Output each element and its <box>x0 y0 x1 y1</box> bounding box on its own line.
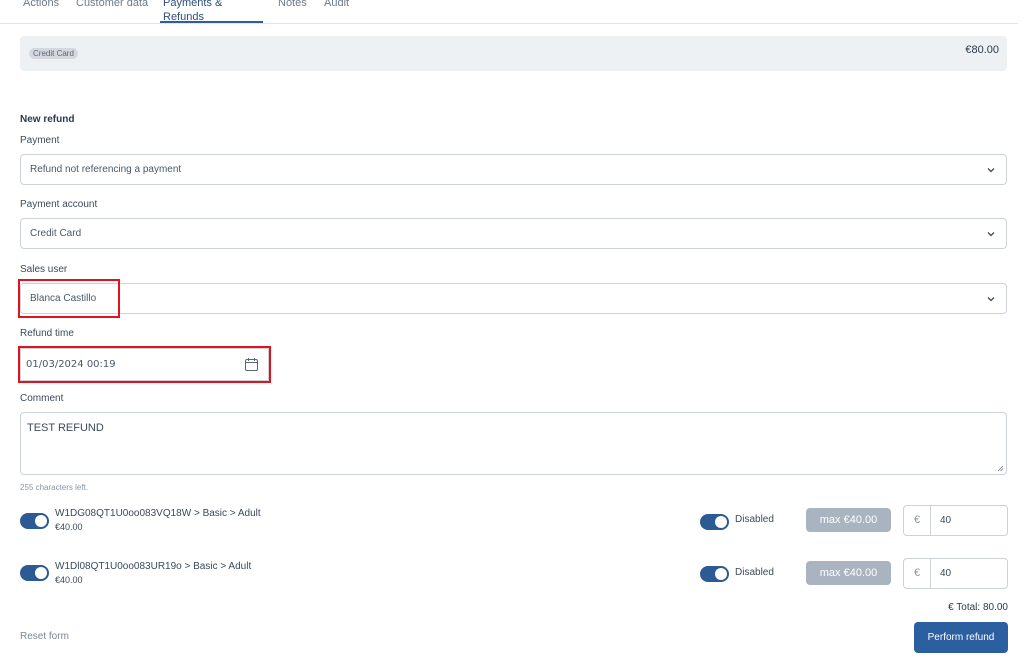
resize-grip-icon[interactable] <box>997 465 1004 472</box>
item-disabled-toggle[interactable] <box>700 514 729 530</box>
sales-user-value: Blanca Castillo <box>30 293 97 304</box>
item-include-toggle[interactable] <box>20 513 49 529</box>
item-price: €40.00 <box>55 575 83 585</box>
payment-account-select[interactable]: Credit Card <box>20 218 1007 249</box>
perform-refund-button[interactable]: Perform refund <box>914 622 1008 653</box>
comment-value: TEST REFUND <box>27 422 104 434</box>
refund-item-row: W1Dl08QT1U0oo083UR19o > Basic > Adult €4… <box>0 558 1024 601</box>
payment-method-badge: Credit Card <box>29 48 78 59</box>
payment-select-value: Refund not referencing a payment <box>30 164 182 175</box>
refund-total: € Total: 80.00 <box>948 602 1008 613</box>
payment-label: Payment <box>20 135 60 146</box>
chevron-down-icon <box>987 232 995 237</box>
max-amount-button[interactable]: max €40.00 <box>806 561 891 585</box>
max-amount-button[interactable]: max €40.00 <box>806 508 891 532</box>
tab-customer-data[interactable]: Customer data <box>76 0 148 23</box>
item-amount-input[interactable]: € 40 <box>903 558 1008 589</box>
tab-notes[interactable]: Notes <box>278 0 307 23</box>
refund-time-input[interactable]: 01/03/2024 00:19 <box>20 348 269 381</box>
refund-time-label: Refund time <box>20 328 74 339</box>
comment-label: Comment <box>20 393 64 404</box>
payment-select[interactable]: Refund not referencing a payment <box>20 154 1007 185</box>
item-amount-input[interactable]: € 40 <box>903 505 1008 536</box>
payment-account-value: Credit Card <box>30 228 82 239</box>
item-include-toggle[interactable] <box>20 565 49 581</box>
currency-addon: € <box>904 559 931 588</box>
calendar-icon[interactable] <box>244 357 259 372</box>
reset-form-link[interactable]: Reset form <box>20 631 69 642</box>
item-title: W1DG08QT1U0oo083VQ18W > Basic > Adult <box>55 508 261 519</box>
tab-actions[interactable]: Actions <box>23 0 59 23</box>
item-disabled-toggle[interactable] <box>700 566 729 582</box>
payment-amount: €80.00 <box>965 44 999 56</box>
new-refund-title: New refund <box>20 114 75 125</box>
tab-audit[interactable]: Audit <box>324 0 349 23</box>
sales-user-label: Sales user <box>20 264 68 275</box>
chevron-down-icon <box>987 297 995 302</box>
item-disabled-label: Disabled <box>735 514 774 525</box>
comment-textarea[interactable]: TEST REFUND <box>20 412 1007 475</box>
refund-item-row: W1DG08QT1U0oo083VQ18W > Basic > Adult €4… <box>0 505 1024 548</box>
payment-card: Credit Card €80.00 <box>20 36 1007 71</box>
refund-time-value: 01/03/2024 00:19 <box>26 359 116 370</box>
tab-bar: Actions Customer data Payments & Refunds… <box>0 0 1018 24</box>
sales-user-select[interactable]: Blanca Castillo <box>20 283 1007 314</box>
item-price: €40.00 <box>55 522 83 532</box>
payment-account-label: Payment account <box>20 199 98 210</box>
item-amount-value: 40 <box>940 515 952 526</box>
item-title: W1Dl08QT1U0oo083UR19o > Basic > Adult <box>55 561 252 572</box>
tab-payments-refunds[interactable]: Payments & Refunds <box>160 0 263 23</box>
item-amount-value: 40 <box>940 568 952 579</box>
currency-addon: € <box>904 506 931 535</box>
chars-left: 255 characters left. <box>20 483 89 492</box>
item-disabled-label: Disabled <box>735 567 774 578</box>
chevron-down-icon <box>987 168 995 173</box>
